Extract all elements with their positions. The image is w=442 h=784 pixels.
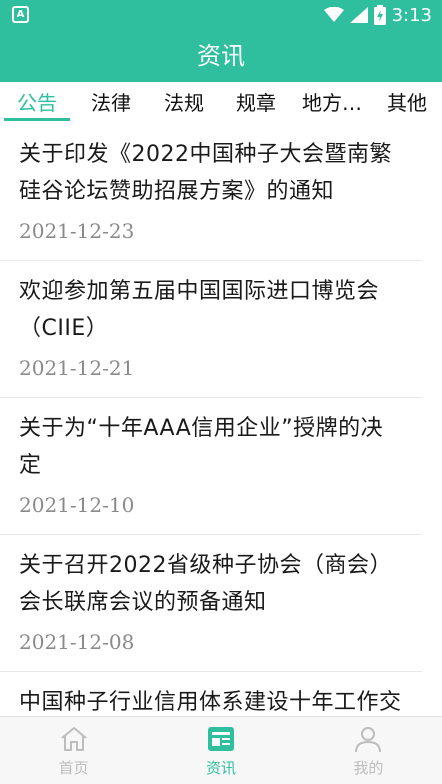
- profile-icon: [355, 727, 382, 753]
- signal-icon: [349, 7, 368, 23]
- nav-news-label: 资讯: [205, 759, 236, 777]
- tab-rules[interactable]: 规章: [220, 82, 292, 124]
- news-date: 2021-12-08: [19, 630, 135, 654]
- status-icons: 3:13: [323, 0, 432, 30]
- list-item[interactable]: 关于召开2022省级种子协会（商会）会长联席会议的预备通知 2021-12-08: [0, 535, 422, 672]
- news-title: 欢迎参加第五届中国国际进口博览会（CIIE）: [19, 279, 380, 341]
- battery-icon: [373, 5, 386, 25]
- nav-profile[interactable]: 我的: [295, 717, 442, 784]
- list-item[interactable]: 关于为“十年AAA信用企业”授牌的决定 2021-12-10: [0, 398, 422, 535]
- nav-profile-label: 我的: [353, 759, 384, 777]
- news-date: 2021-12-23: [19, 219, 135, 243]
- tab-other[interactable]: 其他: [372, 82, 442, 124]
- news-title: 关于印发《2022中国种子大会暨南繁硅谷论坛赞助招展方案》的通知: [19, 142, 392, 204]
- app-bar: 资讯: [0, 30, 442, 82]
- home-icon: [61, 727, 87, 751]
- bottom-nav: 首页 资讯 我的: [0, 716, 442, 784]
- news-date: 2021-12-21: [19, 356, 135, 380]
- status-bar: A 3:13: [0, 0, 442, 30]
- tab-law[interactable]: 法律: [74, 82, 148, 124]
- nav-news[interactable]: 资讯: [147, 717, 294, 784]
- notification-a-icon: A: [12, 6, 29, 23]
- nav-home-label: 首页: [58, 759, 89, 777]
- tab-regulation[interactable]: 法规: [148, 82, 220, 124]
- news-date: 2021-12-10: [19, 493, 135, 517]
- news-title: 关于召开2022省级种子协会（商会）会长联席会议的预备通知: [19, 553, 392, 615]
- wifi-icon: [323, 7, 344, 22]
- tab-announcement[interactable]: 公告: [0, 82, 74, 124]
- list-item[interactable]: 欢迎参加第五届中国国际进口博览会（CIIE） 2021-12-21: [0, 261, 422, 398]
- news-icon: [207, 727, 234, 751]
- news-title: 中国种子行业信用体系建设十年工作交流会邀请函: [19, 690, 402, 715]
- category-tabs: 公告 法律 法规 规章 地方… 其他: [0, 82, 442, 124]
- nav-home[interactable]: 首页: [0, 717, 147, 784]
- page-title: 资讯: [197, 42, 245, 70]
- list-item[interactable]: 中国种子行业信用体系建设十年工作交流会邀请函: [0, 672, 422, 716]
- news-list: 关于印发《2022中国种子大会暨南繁硅谷论坛赞助招展方案》的通知 2021-12…: [0, 124, 442, 716]
- news-title: 关于为“十年AAA信用企业”授牌的决定: [19, 416, 384, 478]
- list-item[interactable]: 关于印发《2022中国种子大会暨南繁硅谷论坛赞助招展方案》的通知 2021-12…: [0, 124, 422, 261]
- tab-local[interactable]: 地方…: [292, 82, 372, 124]
- clock: 3:13: [391, 4, 432, 26]
